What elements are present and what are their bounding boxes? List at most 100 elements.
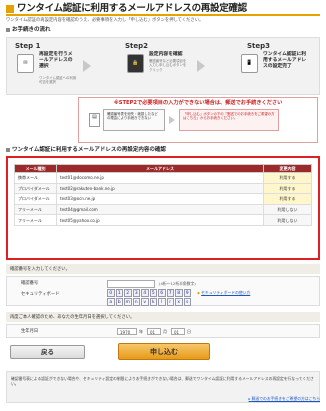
key-button[interactable]: n [132,297,140,306]
arrow-right-icon: ▸ [248,396,251,401]
key-button[interactable]: r [166,297,174,306]
key-button[interactable]: a [107,297,115,306]
step-1-text: 再設定を行うメールアドレスの選択 [39,52,73,69]
mail-table-header: メール種別 メールアドレス 変更内容 [14,164,312,173]
key-button[interactable]: 8 [175,289,183,297]
day-unit: 日 [187,329,191,334]
step-2-text: 設定内容を確認 [149,52,183,57]
step-1-name: Step 1 [15,42,41,50]
birth-day-select[interactable]: 01 [171,328,185,335]
month-unit: 月 [163,329,167,334]
code-input[interactable] [107,280,155,288]
birthday-label: 生年月日 [21,329,39,334]
code-hint: (4桁〜12桁半角数字) [159,281,196,286]
title-divider [6,14,320,16]
notice-right-text: 「申し込む」ボタンの下の「郵送でのお手続きをご希望の方はこちら」からお手続きくだ… [179,109,279,131]
keyboard-help-link[interactable]: セキュリティボードの使い方 [201,290,250,295]
key-button[interactable]: 6 [158,289,166,297]
shield-icon: ◆ [197,290,200,295]
key-button[interactable]: x [175,297,183,306]
key-button[interactable]: 3 [132,289,140,297]
notice-left-text: 確認番号表を紛失・破損したなどの理由により手続きできない [103,109,165,131]
mail-icon: ✉ [17,54,34,73]
postal-procedure-link-text[interactable]: 郵送でのお手続きをご希望の方はこちら [252,396,320,401]
mail-status: 利用する [263,182,312,195]
keyboard-label: セキュリティボード [21,292,60,297]
notice-row: ▤ 確認番号表を紛失・破損したなどの理由により手続きできない 「申し込む」ボタン… [89,109,279,131]
mail-type: プロバイダメール [14,182,57,195]
keyboard-help[interactable]: ◆ セキュリティボードの使い方 [197,290,250,296]
intro-text: ワンタイム認証の再設定内容を確認のうえ、必要事項を入力し「申し込む」ボタンを押し… [6,18,204,23]
key-button[interactable]: 9 [183,289,191,297]
mail-address: test03@ocn.ne.jp [56,193,264,205]
back-button[interactable]: 戻る [10,345,85,359]
birth-year-select[interactable]: 1970 [117,328,137,335]
key-button[interactable]: m [124,297,132,306]
mail-table: メール種別 メールアドレス 変更内容 携帯メール test01@docomo.n… [14,164,312,226]
birthday-band: 再度ご本人確認のため、あなたの生年月日を選択してください。 [6,312,320,322]
key-button[interactable]: b [115,297,123,306]
mail-type: プロバイダメール [14,193,57,205]
notice-heading: ※STEP2で必要項目の入力ができない場合は、郵送でお手続きください [113,100,283,106]
column-header: メール種別 [14,164,57,173]
step-2-sub: 確認番号など必要項目を入力し申し込むボタンをクリック [149,59,187,72]
table-row: 携帯メール test01@docomo.ne.jp 利用する [14,172,312,184]
step-2-name: Step2 [125,42,149,50]
section-marker-icon [6,28,10,33]
key-button[interactable]: 2 [124,289,132,297]
section-marker-icon [6,148,10,153]
table-row: プロバイダメール test03@ocn.ne.jp 利用する [14,193,312,205]
step-3-text: ワンタイム認証に利用するメールアドレスの設定完了 [263,52,307,69]
key-button[interactable]: l [158,297,166,306]
notice-box: ※STEP2で必要項目の入力ができない場合は、郵送でお手続きください ▤ 確認番… [78,97,318,143]
phone-icon: 📱 [241,54,258,73]
birth-month-select[interactable]: 01 [147,328,161,335]
mail-type: フリーメール [14,203,57,216]
mail-status: 利用する [263,172,312,184]
mail-address: test02@rakuten-bank.ne.jp [56,182,264,195]
security-keyboard-letters: a b m n v k l r x s [107,297,191,306]
key-button[interactable]: s [183,297,191,306]
notice-arrow-icon [169,116,175,124]
table-row: プロバイダメール test02@rakuten-bank.ne.jp 利用する [14,182,312,195]
mail-type: 携帯メール [14,172,57,184]
table-row: フリーメール test04@gmail.com 利用しない [14,203,312,216]
steps-panel: Step 1 ✉ 再設定を行うメールアドレスの選択 ワンタイム認証への利用可否を… [6,37,320,95]
mail-type: フリーメール [14,214,57,226]
security-keyboard-digits: 0 1 2 3 4 5 6 7 8 9 [107,289,191,297]
table-row: フリーメール test05@yahoo.co.jp 利用しない [14,214,312,226]
mail-address: test04@gmail.com [56,203,264,216]
step-3: Step3 [247,42,270,51]
column-header: メールアドレス [56,164,264,173]
step-arrow-icon [83,60,91,72]
title-marker-icon [6,4,14,13]
postal-procedure-link[interactable]: ▸ 郵送でのお手続きをご希望の方はこちら [248,396,320,402]
key-button[interactable]: v [141,297,149,306]
step-1-sub: ワンタイム認証への利用可否を選択 [39,76,77,85]
lock-icon: 🔒 [127,54,144,73]
step-arrow-icon [197,60,205,72]
code-label: 確認番号 [21,281,39,286]
step-1: Step 1 [15,42,40,51]
mail-address: test01@docomo.ne.jp [56,172,264,184]
key-button[interactable]: 1 [115,289,123,297]
step-2: Step2 [125,42,148,51]
column-header: 変更内容 [263,164,312,173]
step-3-name: Step3 [247,42,271,50]
year-unit: 年 [139,329,143,334]
key-button[interactable]: 7 [166,289,174,297]
key-button[interactable]: 4 [141,289,149,297]
confirm-box: 確認番号 (4桁〜12桁半角数字) セキュリティボード 0 1 2 3 4 5 … [6,276,320,306]
submit-button[interactable]: 申し込む [118,343,210,360]
birthday-box: 生年月日 1970 年 01 月 01 日 [6,324,320,338]
mail-table-frame: メール種別 メールアドレス 変更内容 携帯メール test01@docomo.n… [6,156,320,260]
mail-address: test05@yahoo.co.jp [56,214,264,226]
mail-status: 利用しない [263,214,312,226]
key-button[interactable]: 5 [149,289,157,297]
key-button[interactable]: k [149,297,157,306]
key-button[interactable]: 0 [107,289,115,297]
document-icon: ▤ [89,113,100,127]
mail-status: 利用しない [263,203,312,216]
flow-section-title: お手続きの流れ [6,27,51,34]
mail-status: 利用する [263,193,312,205]
